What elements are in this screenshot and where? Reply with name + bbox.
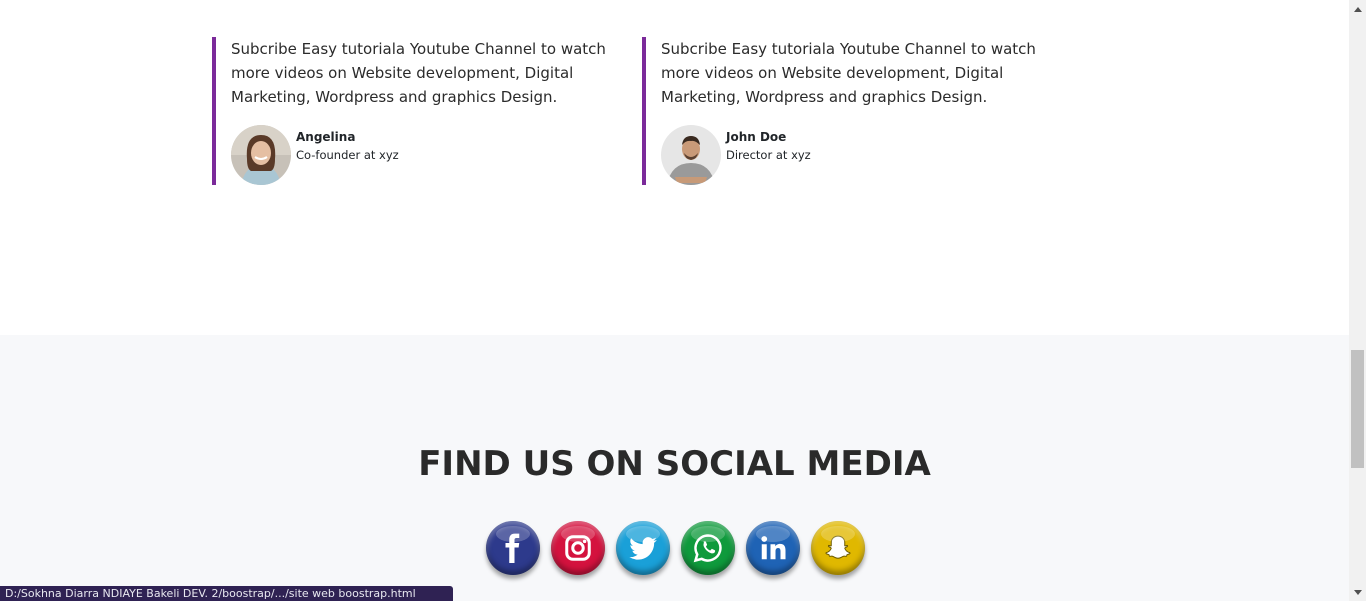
author-name: Angelina — [296, 130, 356, 144]
author-info: Angelina Co-founder at xyz — [296, 129, 399, 165]
testimonial-card: Subcribe Easy tutoriala Youtube Channel … — [212, 37, 632, 185]
avatar — [661, 125, 721, 185]
testimonial-author: Angelina Co-founder at xyz — [231, 125, 399, 185]
page: Subcribe Easy tutoriala Youtube Channel … — [0, 0, 1349, 601]
social-icons — [486, 521, 876, 575]
instagram-icon[interactable] — [551, 521, 605, 575]
avatar — [231, 125, 291, 185]
twitter-icon[interactable] — [616, 521, 670, 575]
avatar-photo-man — [661, 125, 721, 185]
linkedin-icon[interactable] — [746, 521, 800, 575]
scroll-down-arrow-icon[interactable] — [1349, 584, 1366, 601]
testimonial-author: John Doe Director at xyz — [661, 125, 811, 185]
testimonial-quote: Subcribe Easy tutoriala Youtube Channel … — [231, 40, 606, 106]
scroll-up-arrow-icon[interactable] — [1349, 0, 1366, 17]
scrollbar-thumb[interactable] — [1351, 350, 1364, 468]
testimonial-card: Subcribe Easy tutoriala Youtube Channel … — [642, 37, 1062, 185]
social-section: FIND US ON SOCIAL MEDIA — [0, 335, 1349, 601]
facebook-icon[interactable] — [486, 521, 540, 575]
avatar-photo-woman — [231, 125, 291, 185]
author-name: John Doe — [726, 130, 787, 144]
author-role: Director at xyz — [726, 148, 811, 162]
snapchat-icon[interactable] — [811, 521, 865, 575]
vertical-scrollbar[interactable] — [1349, 0, 1366, 601]
author-role: Co-founder at xyz — [296, 148, 399, 162]
testimonials-section: Subcribe Easy tutoriala Youtube Channel … — [0, 0, 1349, 335]
whatsapp-icon[interactable] — [681, 521, 735, 575]
author-info: John Doe Director at xyz — [726, 129, 811, 165]
testimonial-quote: Subcribe Easy tutoriala Youtube Channel … — [661, 40, 1036, 106]
browser-status-bar: D:/Sokhna Diarra NDIAYE Bakeli DEV. 2/bo… — [0, 586, 453, 601]
section-title: FIND US ON SOCIAL MEDIA — [418, 444, 931, 484]
